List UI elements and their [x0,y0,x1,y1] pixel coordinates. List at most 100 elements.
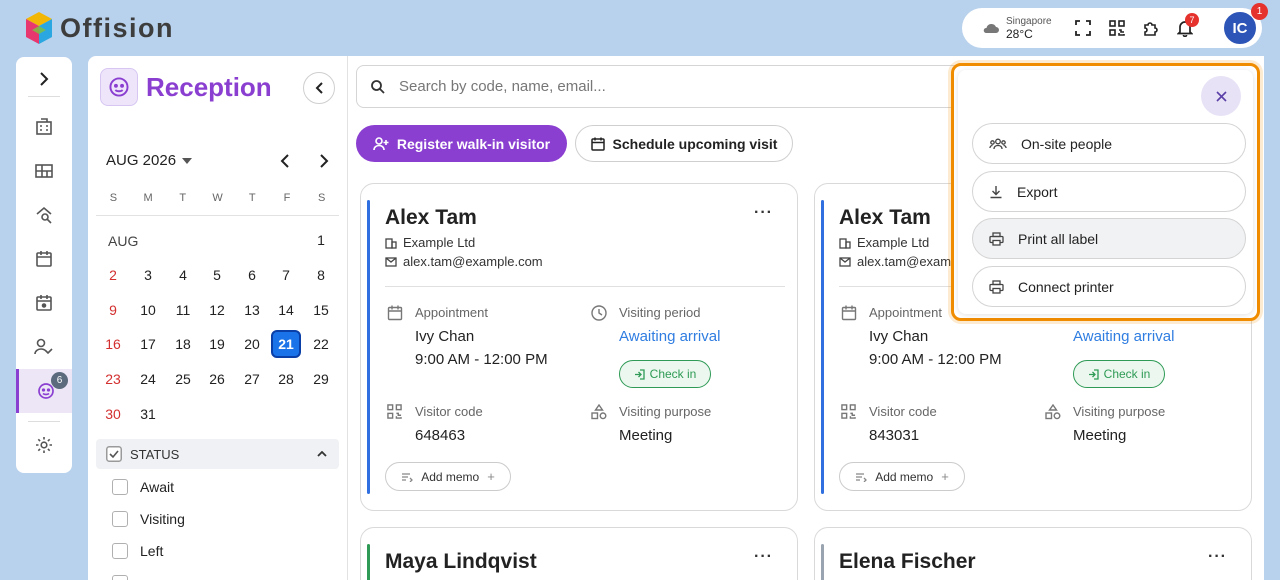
extensions-button[interactable] [1134,11,1168,45]
visitor-name: Alex Tam [839,206,931,229]
calendar-day[interactable]: 26 [202,365,232,393]
register-walk-in-button[interactable]: Register walk-in visitor [356,125,567,162]
calendar-icon [590,137,605,151]
visitor-card[interactable]: Elena Fischer ··· [814,527,1252,580]
rail-item-calendar[interactable] [16,237,72,281]
calendar-day[interactable]: 1 [306,226,336,254]
menu-item-export[interactable]: Export [972,171,1246,212]
card-status-accent [821,200,824,494]
check-in-button[interactable]: Check in [619,360,711,388]
calendar-day[interactable]: 18 [168,330,198,358]
search-input[interactable] [399,78,919,95]
add-memo-button[interactable]: Add memo + [839,462,965,491]
calendar-day[interactable]: 3 [133,261,163,289]
menu-item-on-site-people[interactable]: On-site people [972,123,1246,164]
card-more-button[interactable]: ··· [754,548,773,566]
menu-item-print-all-label[interactable]: Print all label [972,218,1246,259]
rail-item-building[interactable] [16,105,72,149]
notifications-button[interactable]: 7 [1168,11,1202,45]
calendar-day[interactable]: 2 [98,261,128,289]
collapse-sidebar-button[interactable] [303,72,335,104]
prev-month-button[interactable] [272,149,296,173]
company-name: Example Ltd [857,235,930,250]
calendar-day[interactable]: 12 [202,296,232,324]
calendar-day[interactable]: 29 [306,365,336,393]
rail-item-bookings[interactable] [16,281,72,325]
qr-scan-button[interactable] [1100,11,1134,45]
calendar-day[interactable]: 25 [168,365,198,393]
calendar-day[interactable]: 31 [133,400,163,428]
calendar-day[interactable]: 13 [237,296,267,324]
checkbox[interactable] [112,575,128,580]
rail-item-attendance[interactable] [16,325,72,369]
qr-code-icon [1109,20,1125,36]
status-option-left[interactable]: Left [112,543,163,559]
visitor-card[interactable]: Maya Lindqvist ··· [360,527,798,580]
calendar-day[interactable]: 17 [133,330,163,358]
search-icon [371,79,385,94]
month-selector[interactable]: AUG 2026 [106,152,193,169]
rail-item-settings[interactable] [16,423,72,467]
memo-icon [402,472,414,482]
visitor-card[interactable]: Alex Tam ··· Example Ltd alex.tam@exampl… [360,183,798,511]
weekday-label: T [248,192,256,204]
checkbox[interactable] [112,543,128,559]
calendar-day[interactable]: 10 [133,296,163,324]
email-line: alex.tam@example.com [385,254,543,269]
status-option-await[interactable]: Await [112,479,174,495]
person-add-icon [373,136,389,150]
calendar-day[interactable]: 5 [202,261,232,289]
fullscreen-button[interactable] [1066,11,1100,45]
rail-divider [28,421,60,422]
calendar-icon [36,251,52,267]
next-month-button[interactable] [312,149,336,173]
login-icon [634,368,645,380]
rail-item-desks[interactable] [16,149,72,193]
status-option-label: Left [140,543,164,559]
calendar-day[interactable]: 8 [306,261,336,289]
calendar-day[interactable]: 15 [306,296,336,324]
card-divider [385,286,785,287]
check-in-button[interactable]: Check in [1073,360,1165,388]
card-more-button[interactable]: ··· [1208,548,1227,566]
calendar-day-selected[interactable]: 21 [271,330,301,358]
calendar-day[interactable]: 9 [98,296,128,324]
plus-icon: + [941,469,949,484]
calendar-day[interactable]: 30 [98,400,128,428]
calendar-day[interactable]: 16 [98,330,128,358]
visiting-purpose-label: Visiting purpose [1073,404,1166,419]
checkbox[interactable] [112,479,128,495]
checkbox[interactable] [112,511,128,527]
calendar-day[interactable]: 23 [98,365,128,393]
rail-item-search-space[interactable] [16,193,72,237]
status-option-visiting[interactable]: Visiting [112,511,185,527]
expand-nav-button[interactable] [16,57,72,101]
host-name: Ivy Chan [869,328,929,345]
add-memo-button[interactable]: Add memo + [385,462,511,491]
search-bar[interactable] [356,65,962,108]
menu-item-connect-printer[interactable]: Connect printer [972,266,1246,307]
schedule-visit-button[interactable]: Schedule upcoming visit [575,125,793,162]
weekday-header: S M T W T F S [96,192,339,204]
calendar-day[interactable]: 4 [168,261,198,289]
download-icon [990,185,1002,198]
calendar-day[interactable]: 19 [202,330,232,358]
calendar-day[interactable]: 7 [271,261,301,289]
calendar-day[interactable]: 6 [237,261,267,289]
calendar-day[interactable]: 24 [133,365,163,393]
status-option-more[interactable] [112,575,128,580]
calendar-day[interactable]: 14 [271,296,301,324]
schedule-visit-label: Schedule upcoming visit [612,135,778,152]
calendar-day[interactable]: 11 [168,296,198,324]
status-filter-header[interactable]: STATUS [96,439,339,469]
card-more-button[interactable]: ··· [754,204,773,222]
close-menu-button[interactable] [1201,76,1241,116]
calendar-day[interactable]: 27 [237,365,267,393]
chevron-right-icon [319,154,328,168]
calendar-day[interactable]: 20 [237,330,267,358]
app-logo: Offision [24,10,174,46]
calendar-day[interactable]: 22 [306,330,336,358]
appointment-time: 9:00 AM - 12:00 PM [869,351,1002,368]
calendar-day[interactable]: 28 [271,365,301,393]
rail-item-reception[interactable]: 6 [16,369,72,413]
